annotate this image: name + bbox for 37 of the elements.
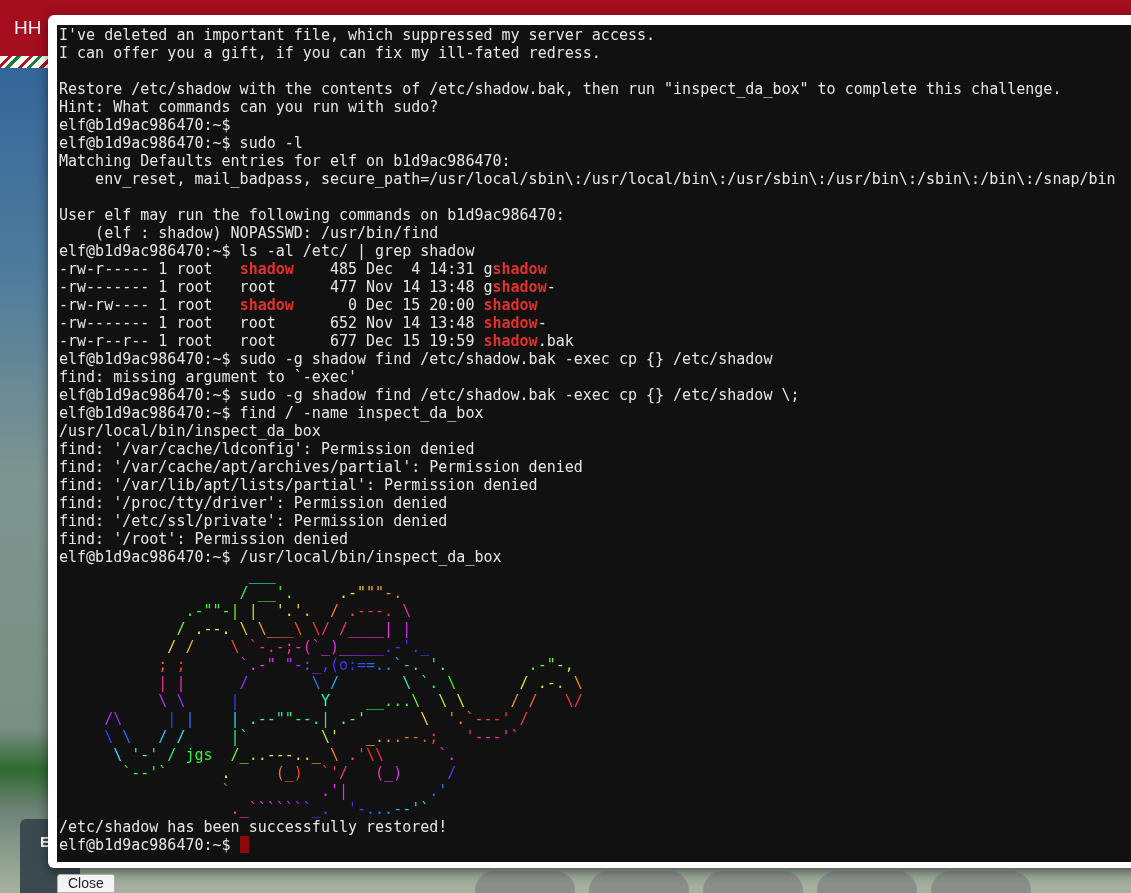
terminal-line: elf@b1d9ac986470:~$ sudo -g shadow find /etc/shadow.bak -exec cp {} /etc/shadow (59, 350, 773, 368)
terminal-line: -rw-rw---- 1 root shadow 0 Dec 15 20:00 shadow (59, 296, 538, 314)
terminal-line: find: '/root': Permission denied (59, 530, 348, 548)
terminal-line: find: '/var/cache/ldconfig': Permission denied (59, 440, 475, 458)
terminal-line: elf@b1d9ac986470:~$ (59, 836, 231, 854)
terminal-line: find: '/var/cache/apt/archives/partial': Permission denied (59, 458, 583, 476)
terminal-line: env_reset, mail_badpass, secure_path=/usr/local/sbin\:/usr/local/bin\:/usr/sbin\:/usr/bin\:/sbin\:/bin\:/snap/bin (94, 170, 1116, 188)
toolbar-slot[interactable] (931, 871, 1031, 893)
terminal-line: -rw------- 1 root root 652 Nov 14 13:48 shadow- (59, 314, 547, 332)
toolbar-slot[interactable] (589, 871, 689, 893)
terminal-line: elf@b1d9ac986470:~$ (59, 116, 231, 134)
terminal-line: find: '/etc/ssl/private': Permission denied (59, 512, 448, 530)
terminal-line: (elf : shadow) NOPASSWD: /usr/bin/find (94, 224, 439, 242)
terminal-line: I've deleted an important file, which suppressed my server access. (59, 26, 656, 44)
close-button[interactable]: Close (57, 874, 115, 893)
terminal-line: Restore /etc/shadow with the contents of /etc/shadow.bak, then run "inspect_da_box" to complete this challenge. (59, 80, 1062, 98)
toolbar-slot[interactable] (703, 871, 803, 893)
terminal-line: elf@b1d9ac986470:~$ sudo -g shadow find /etc/shadow.bak -exec cp {} /etc/shadow \; (59, 386, 800, 404)
terminal-line: find: '/proc/tty/driver': Permission denied (59, 494, 448, 512)
terminal-line: elf@b1d9ac986470:~$ /usr/local/bin/inspect_da_box (59, 548, 502, 566)
terminal-line: elf@b1d9ac986470:~$ ls -al /etc/ | grep shadow (59, 242, 475, 260)
terminal-line: find: missing argument to `-exec' (59, 368, 357, 386)
terminal-line: /etc/shadow has been successfully restored! (59, 818, 448, 836)
terminal-line: -rw------- 1 root root 477 Nov 14 13:48 gshadow- (59, 278, 556, 296)
toolbar-slot[interactable] (475, 871, 575, 893)
terminal-line: I can offer you a gift, if you can fix my ill-fated redress. (59, 44, 601, 62)
terminal-line: -rw-r----- 1 root shadow 485 Dec 4 14:31 gshadow (59, 260, 547, 278)
terminal-line: elf@b1d9ac986470:~$ sudo -l (59, 134, 303, 152)
terminal-line: Matching Defaults entries for elf on b1d9ac986470: (59, 152, 511, 170)
toolbar-slot[interactable] (817, 871, 917, 893)
terminal-line: Hint: What commands can you run with sudo? (59, 98, 439, 116)
terminal-line: -rw-r--r-- 1 root root 677 Dec 15 19:59 shadow.bak (59, 332, 574, 350)
terminal-line: find: '/var/lib/apt/lists/partial': Permission denied (59, 476, 538, 494)
terminal-line: User elf may run the following commands on b1d9ac986470: (59, 206, 565, 224)
app-title: HH (14, 17, 42, 39)
terminal-line: elf@b1d9ac986470:~$ find / -name inspect_da_box (59, 404, 484, 422)
terminal-line: /usr/local/bin/inspect_da_box (59, 422, 321, 440)
